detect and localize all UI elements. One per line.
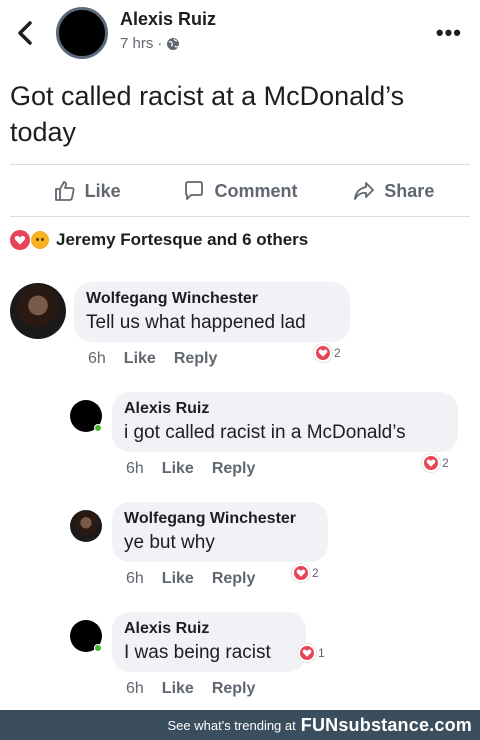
post-author-name[interactable]: Alexis Ruiz	[120, 9, 216, 30]
comment-like-button[interactable]: Like	[162, 570, 194, 588]
more-horizontal-icon[interactable]: •••	[436, 20, 462, 46]
comment-time[interactable]: 6h	[126, 570, 144, 588]
comment-text: I was being racist	[124, 642, 271, 663]
comment-reaction-count: 2	[442, 456, 449, 470]
comment-reaction-badge[interactable]: 2	[314, 344, 341, 362]
comment-button-label: Comment	[214, 180, 298, 201]
comment-footer: 6h Like Reply	[88, 350, 217, 368]
like-button-label: Like	[84, 180, 121, 201]
chevron-left-icon[interactable]	[14, 18, 36, 48]
share-button-label: Share	[384, 180, 435, 201]
heart-reaction-icon	[292, 564, 310, 582]
comment-reaction-count: 1	[318, 646, 325, 660]
comment-author[interactable]: Wolfegang Winchester	[86, 290, 338, 308]
online-status-dot	[94, 644, 102, 652]
comment-like-button[interactable]: Like	[162, 680, 194, 698]
like-button[interactable]: Like	[10, 179, 163, 203]
online-status-dot	[94, 424, 102, 432]
speech-bubble-icon	[185, 181, 204, 200]
comment-bubble: Wolfegang Winchester Tell us what happen…	[74, 282, 350, 342]
watermark-banner: See what's trending at FUNsubstance.com	[0, 710, 480, 740]
heart-reaction-icon	[298, 644, 316, 662]
banner-text: See what's trending at	[167, 717, 296, 733]
comment-footer: 6h Like Reply	[126, 460, 255, 478]
thumbs-up-icon	[54, 181, 75, 201]
comment-time[interactable]: 6h	[126, 680, 144, 698]
share-button[interactable]: Share	[317, 179, 470, 203]
reactions-summary-text: Jeremy Fortesque and 6 others	[56, 230, 309, 249]
comment-like-button[interactable]: Like	[124, 350, 156, 368]
banner-brand[interactable]: FUNsubstance.com	[301, 715, 472, 736]
commenter-avatar[interactable]	[70, 510, 102, 542]
commenter-avatar[interactable]	[10, 283, 66, 339]
comment-bubble: Wolfegang Winchester ye but why	[112, 502, 328, 562]
heart-reaction-icon	[422, 454, 440, 472]
comment-time[interactable]: 6h	[88, 350, 106, 368]
divider-bottom	[10, 216, 470, 217]
comment-button[interactable]: Comment	[163, 179, 316, 203]
comment-author[interactable]: Alexis Ruiz	[124, 620, 294, 638]
comment-reply-button[interactable]: Reply	[174, 350, 218, 368]
post-header: Alexis Ruiz 7 hrs · •••	[0, 0, 480, 68]
comment-like-button[interactable]: Like	[162, 460, 194, 478]
heart-reaction-icon	[314, 344, 332, 362]
comment-footer: 6h Like Reply	[126, 680, 255, 698]
comment-reaction-badge[interactable]: 1	[298, 644, 325, 662]
post-text: Got called racist at a McDonald’s today	[10, 81, 405, 147]
comment-bubble: Alexis Ruiz i got called racist in a McD…	[112, 392, 458, 452]
post-meta: 7 hrs ·	[120, 35, 180, 52]
sad-reaction-icon	[30, 230, 50, 250]
globe-icon	[167, 37, 180, 50]
comment-text: i got called racist in a McDonald’s	[124, 422, 406, 443]
comment-footer: 6h Like Reply	[126, 570, 255, 588]
comment-bubble: Alexis Ruiz I was being racist	[112, 612, 306, 672]
comment-author[interactable]: Alexis Ruiz	[124, 400, 446, 418]
heart-reaction-icon	[10, 230, 30, 250]
comment-reply-button[interactable]: Reply	[212, 680, 256, 698]
comment-author[interactable]: Wolfegang Winchester	[124, 510, 316, 528]
share-arrow-icon	[354, 182, 375, 200]
comment-reaction-badge[interactable]: 2	[422, 454, 449, 472]
comment-reply-button[interactable]: Reply	[212, 460, 256, 478]
divider-top	[10, 164, 470, 165]
comment-reply-button[interactable]: Reply	[212, 570, 256, 588]
author-avatar[interactable]	[56, 7, 108, 59]
post-action-bar: Like Comment Share	[10, 166, 470, 216]
comment-reaction-count: 2	[312, 566, 319, 580]
comment-text: ye but why	[124, 532, 215, 553]
comment-reaction-badge[interactable]: 2	[292, 564, 319, 582]
comment-reaction-count: 2	[334, 346, 341, 360]
comment-time[interactable]: 6h	[126, 460, 144, 478]
post-time[interactable]: 7 hrs	[120, 35, 153, 52]
meta-separator: ·	[157, 35, 163, 52]
comment-text: Tell us what happened lad	[86, 312, 306, 333]
reactions-summary[interactable]: Jeremy Fortesque and 6 others	[10, 230, 308, 250]
